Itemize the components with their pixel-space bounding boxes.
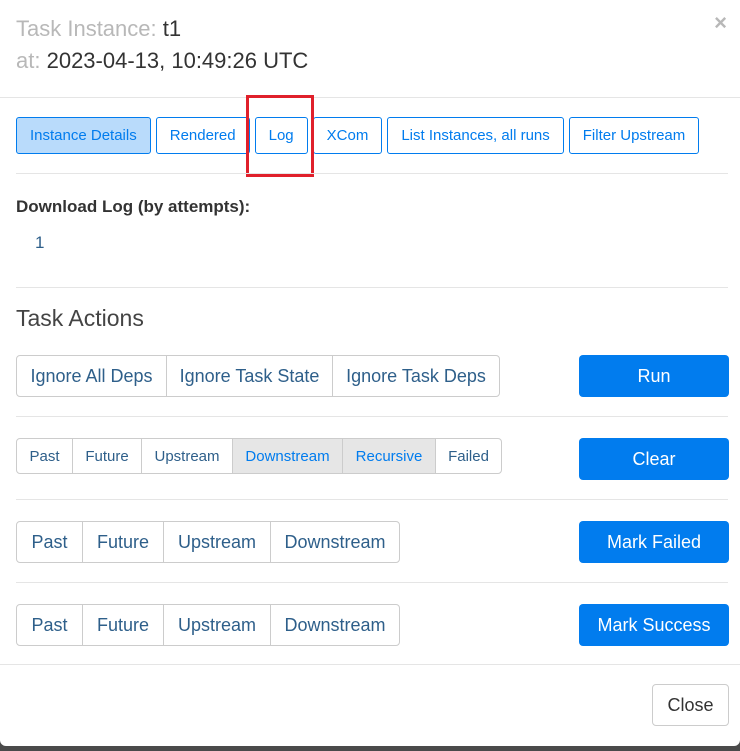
divider <box>16 173 728 174</box>
run-button[interactable]: Run <box>579 355 729 397</box>
instance-tabs: Instance Details Rendered Log XCom List … <box>16 117 700 154</box>
modal-header: Task Instance: t1 at: 2023-04-13, 10:49:… <box>0 0 740 98</box>
mark-success-future-toggle[interactable]: Future <box>82 604 164 646</box>
run-options-group: Ignore All Deps Ignore Task State Ignore… <box>16 355 500 397</box>
mark-success-button[interactable]: Mark Success <box>579 604 729 646</box>
task-instance-label: Task Instance: <box>16 16 157 41</box>
mark-failed-future-toggle[interactable]: Future <box>82 521 164 563</box>
task-instance-modal: Task Instance: t1 at: 2023-04-13, 10:49:… <box>0 0 740 746</box>
close-icon[interactable]: × <box>714 12 727 34</box>
tab-rendered[interactable]: Rendered <box>155 117 250 154</box>
mark-success-downstream-toggle[interactable]: Downstream <box>270 604 400 646</box>
mark-failed-button[interactable]: Mark Failed <box>579 521 729 563</box>
divider <box>16 582 728 583</box>
clear-downstream-toggle[interactable]: Downstream <box>232 438 343 474</box>
execution-date-line: at: 2023-04-13, 10:49:26 UTC <box>16 48 308 74</box>
download-log-label: Download Log (by attempts): <box>16 197 251 216</box>
mark-failed-downstream-toggle[interactable]: Downstream <box>270 521 400 563</box>
mark-failed-upstream-toggle[interactable]: Upstream <box>163 521 271 563</box>
clear-future-toggle[interactable]: Future <box>72 438 142 474</box>
clear-button[interactable]: Clear <box>579 438 729 480</box>
close-button[interactable]: Close <box>652 684 729 726</box>
clear-options-group: Past Future Upstream Downstream Recursiv… <box>16 438 502 474</box>
tab-log[interactable]: Log <box>254 117 308 154</box>
mark-success-upstream-toggle[interactable]: Upstream <box>163 604 271 646</box>
mark-failed-options-group: Past Future Upstream Downstream <box>16 521 400 563</box>
clear-upstream-toggle[interactable]: Upstream <box>141 438 233 474</box>
tab-xcom[interactable]: XCom <box>312 117 383 154</box>
task-instance-title: Task Instance: t1 <box>16 16 181 42</box>
log-attempt-link[interactable]: 1 <box>35 233 44 253</box>
task-actions-title: Task Actions <box>16 305 144 331</box>
ignore-task-deps-button[interactable]: Ignore Task Deps <box>332 355 500 397</box>
mark-success-past-toggle[interactable]: Past <box>16 604 83 646</box>
ignore-task-state-button[interactable]: Ignore Task State <box>166 355 333 397</box>
tab-filter-upstream[interactable]: Filter Upstream <box>568 117 700 154</box>
divider <box>16 499 728 500</box>
ignore-all-deps-button[interactable]: Ignore All Deps <box>16 355 167 397</box>
divider <box>16 287 728 288</box>
clear-past-toggle[interactable]: Past <box>16 438 73 474</box>
execution-date: 2023-04-13, 10:49:26 UTC <box>46 48 309 73</box>
mark-success-options-group: Past Future Upstream Downstream <box>16 604 400 646</box>
tab-list-instances[interactable]: List Instances, all runs <box>387 117 564 154</box>
clear-recursive-toggle[interactable]: Recursive <box>342 438 436 474</box>
mark-failed-past-toggle[interactable]: Past <box>16 521 83 563</box>
clear-failed-toggle[interactable]: Failed <box>435 438 502 474</box>
task-instance-id: t1 <box>162 16 182 41</box>
tab-instance-details[interactable]: Instance Details <box>16 117 151 154</box>
footer-divider <box>0 664 740 665</box>
divider <box>16 416 728 417</box>
at-label: at: <box>16 48 41 73</box>
